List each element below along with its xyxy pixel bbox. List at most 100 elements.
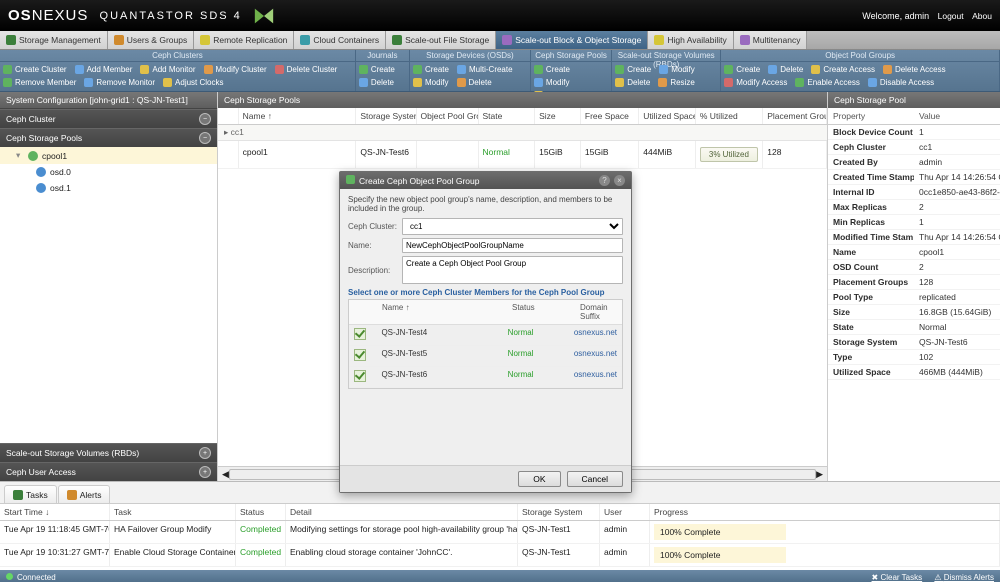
col-header[interactable]: Placement Groups [763,108,827,124]
task-col[interactable]: Status [236,504,286,520]
col-header[interactable]: Object Pool Group [417,108,479,124]
nav-tab[interactable]: Users & Groups [108,31,194,49]
col-header[interactable]: Size [535,108,581,124]
ribbon-item-label: Modify Cluster [216,65,267,74]
member-col[interactable] [349,300,377,324]
brand-nexus: NEXUS [32,6,89,23]
task-col[interactable]: Detail [286,504,518,520]
ribbon-item[interactable]: Adjust Clocks [163,76,223,89]
logout-link[interactable]: Logout [938,11,964,21]
cell-opg [417,141,479,168]
nav-tab[interactable]: Remote Replication [194,31,294,49]
ribbon-item[interactable]: Delete Cluster [275,63,338,76]
ribbon-item[interactable]: Remove Monitor [84,76,155,89]
task-col[interactable]: Start Time ↓ [0,504,110,520]
ribbon-item[interactable]: Modify Cluster [204,63,267,76]
ribbon-item[interactable]: Create [359,63,395,76]
col-header[interactable]: Utilized Space [639,108,696,124]
grid-group-row[interactable]: ▸ cc1 [218,125,827,141]
col-header[interactable]: Storage System [356,108,416,124]
nav-tab[interactable]: Storage Management [0,31,108,49]
member-col[interactable]: Status [507,300,575,324]
ribbon-item-icon [359,65,368,74]
checkbox[interactable] [354,328,366,340]
col-header[interactable]: Free Space [581,108,639,124]
col-header[interactable] [218,108,239,124]
ribbon-item[interactable]: Modify [413,76,449,89]
task-row[interactable]: Tue Apr 19 11:18:45 GMT-700 …HA Failover… [0,521,1000,544]
ribbon-item[interactable]: Delete [615,76,650,89]
about-link[interactable]: Abou [972,11,992,21]
acc-ceph-cluster[interactable]: Ceph Cluster− [0,109,217,128]
clear-tasks-link[interactable]: ✖ Clear Tasks [872,573,923,582]
task-col[interactable]: Storage System [518,504,600,520]
ribbon-item[interactable]: Create [534,63,570,76]
scroll-left-icon[interactable]: ◀ [222,469,229,480]
task-col[interactable]: Progress [650,504,1000,520]
tree-label: cpool1 [42,151,67,161]
tree-pool-node[interactable]: ▾cpool1 [0,147,217,164]
ribbon-item[interactable]: Modify [534,76,570,89]
grid-row[interactable]: cpool1 QS-JN-Test6 Normal 15GiB 15GiB 44… [218,141,827,169]
tab-tasks[interactable]: Tasks [4,485,57,503]
ribbon-item[interactable]: Resize [658,76,694,89]
acc-ceph-storage-pools[interactable]: Ceph Storage Pools− [0,128,217,147]
ribbon-item[interactable]: Delete [457,76,492,89]
tree-osd-node[interactable]: osd.1 [0,180,217,196]
left-panel: System Configuration [john-grid1 : QS-JN… [0,92,218,481]
name-input[interactable] [402,238,623,253]
nav-tab[interactable]: High Availability [648,31,733,49]
ribbon-item[interactable]: Create [413,63,449,76]
nav-tab[interactable]: Multitenancy [734,31,808,49]
task-col[interactable]: User [600,504,650,520]
acc-rbds[interactable]: Scale-out Storage Volumes (RBDs)+ [0,443,217,462]
nav-tab[interactable]: Scale-out Block & Object Storage [496,31,648,49]
member-col[interactable]: Domain Suffix [575,300,622,324]
ribbon-item[interactable]: Remove Member [3,76,76,89]
ok-button[interactable]: OK [518,471,560,487]
member-row[interactable]: QS-JN-Test6Normalosnexus.net [349,367,622,388]
tab-label: Alerts [80,490,102,500]
ribbon-item[interactable]: Delete [359,76,394,89]
member-row[interactable]: QS-JN-Test5Normalosnexus.net [349,346,622,367]
col-header[interactable]: State [479,108,536,124]
ribbon-item[interactable]: Create [615,63,651,76]
acc-ceph-user-access[interactable]: Ceph User Access+ [0,462,217,481]
ribbon-item[interactable]: Delete Access [883,63,946,76]
ribbon-item[interactable]: Delete [768,63,803,76]
nav-tab[interactable]: Cloud Containers [294,31,386,49]
nav-tab[interactable]: Scale-out File Storage [386,31,496,49]
ribbon-item[interactable]: Disable Access [868,76,934,89]
task-row[interactable]: Tue Apr 19 10:31:27 GMT-700 …Enable Clou… [0,544,1000,567]
ribbon-item[interactable]: Create Cluster [3,63,67,76]
ribbon-item[interactable]: Multi-Create [457,63,513,76]
tab-alerts[interactable]: Alerts [58,485,111,503]
ribbon-item-icon [275,65,284,74]
member-row[interactable]: QS-JN-Test4Normalosnexus.net [349,325,622,346]
system-config-header: System Configuration [john-grid1 : QS-JN… [0,92,217,109]
col-header[interactable]: % Utilized [696,108,763,124]
ribbon-item[interactable]: Create Access [811,63,875,76]
desc-input[interactable]: Create a Ceph Object Pool Group [402,256,623,284]
ribbon-item[interactable]: Add Monitor [140,63,195,76]
member-col[interactable]: Name ↑ [377,300,507,324]
ribbon-item[interactable]: Create [724,63,760,76]
cluster-select[interactable]: cc1 [402,218,623,235]
help-icon[interactable]: ? [599,175,610,186]
scroll-right-icon[interactable]: ▶ [816,469,823,480]
checkbox[interactable] [354,349,366,361]
ribbon-item[interactable]: Modify [659,63,695,76]
tree-osd-node[interactable]: osd.0 [0,164,217,180]
cancel-button[interactable]: Cancel [567,471,623,487]
center-panel: Ceph Storage Pools Name ↑Storage SystemO… [218,92,827,481]
ribbon-item[interactable]: Enable Access [795,76,859,89]
ribbon-item[interactable]: Modify Access [724,76,787,89]
task-col[interactable]: Task [110,504,236,520]
dismiss-alerts-link[interactable]: ⚠ Dismiss Alerts [934,573,994,582]
checkbox[interactable] [354,370,366,382]
ribbon-item[interactable]: Add Member [75,63,133,76]
close-icon[interactable]: × [614,175,625,186]
col-header[interactable]: Name ↑ [239,108,357,124]
ribbon-item-label: Create [425,65,449,74]
task-time: Tue Apr 19 10:31:27 GMT-700 … [0,544,110,566]
